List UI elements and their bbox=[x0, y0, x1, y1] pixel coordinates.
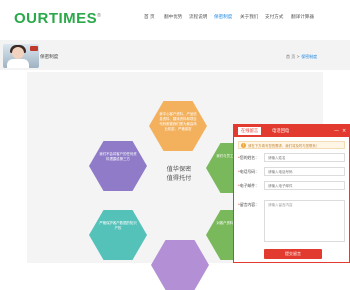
info-icon: ! bbox=[241, 143, 246, 148]
email-field[interactable] bbox=[264, 181, 345, 190]
submit-button[interactable]: 提交留言 bbox=[264, 249, 322, 259]
notice-bar: ! 请在下方填写您的需求，我们将及时与您联系！ bbox=[238, 141, 345, 149]
close-icon[interactable]: × bbox=[342, 128, 346, 134]
section-title: 保密制度 bbox=[40, 55, 59, 60]
nav-about[interactable]: 关于我们 bbox=[240, 14, 258, 20]
chat-widget: 在线留言 电话回电 — × ! 请在下方填写您的需求，我们将及时与您联系！ *您… bbox=[233, 124, 350, 263]
email-label: *电子邮件： bbox=[238, 183, 259, 188]
nav-payment[interactable]: 支付方式 bbox=[265, 14, 283, 20]
main-nav: 首 页 翻中优势 流程说明 保密制度 关于我们 支付方式 翻译计算器 bbox=[0, 14, 350, 26]
minimize-icon[interactable]: — bbox=[334, 128, 339, 134]
breadcrumb: 首 页 > 保密制度 bbox=[286, 54, 317, 60]
nav-calculator[interactable]: 翻译计算器 bbox=[291, 14, 314, 20]
center-slogan: 值华保密 值得托付 bbox=[166, 166, 192, 182]
site-header: OURTIMES® 首 页 翻中优势 流程说明 保密制度 关于我们 支付方式 翻… bbox=[0, 0, 350, 40]
phone-label: *电话号码： bbox=[238, 169, 259, 174]
customer-service-avatar[interactable] bbox=[3, 44, 39, 68]
tab-callback[interactable]: 电话回电 bbox=[272, 128, 289, 134]
message-label: *留言内容： bbox=[238, 202, 259, 207]
message-field[interactable]: 请输入留言内容 bbox=[264, 200, 345, 242]
name-field[interactable] bbox=[264, 153, 345, 162]
name-label: *您的姓名： bbox=[238, 155, 259, 160]
breadcrumb-home[interactable]: 首 页 bbox=[286, 54, 295, 59]
breadcrumb-current: 保密制度 bbox=[301, 54, 318, 59]
nav-confidentiality[interactable]: 保密制度 bbox=[214, 14, 232, 20]
nav-process[interactable]: 流程说明 bbox=[189, 14, 207, 20]
phone-field[interactable] bbox=[264, 167, 345, 176]
tab-online-message[interactable]: 在线留言 bbox=[238, 127, 262, 135]
nav-home[interactable]: 首 页 bbox=[144, 14, 155, 20]
notice-text: 请在下方填写您的需求，我们将及时与您联系！ bbox=[248, 144, 320, 148]
nav-advantages[interactable]: 翻中优势 bbox=[164, 14, 182, 20]
chat-header: 在线留言 电话回电 — × bbox=[234, 125, 349, 137]
